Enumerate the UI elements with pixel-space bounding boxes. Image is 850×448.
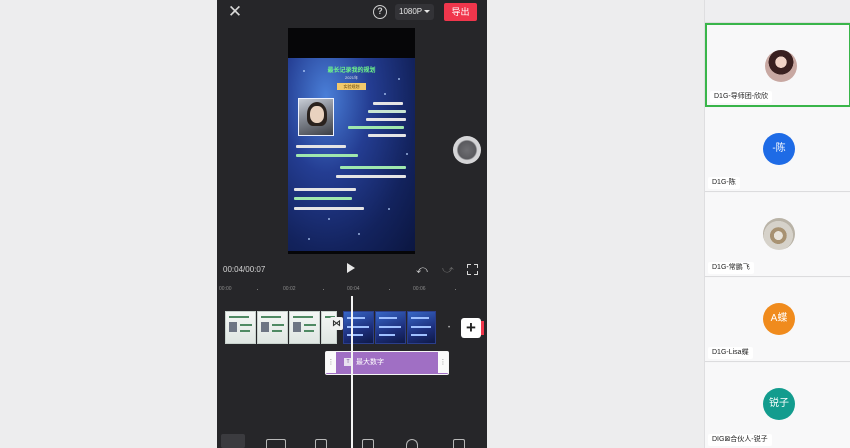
participant-tile[interactable]: -陈 D1G-陈: [705, 108, 850, 192]
playhead[interactable]: [351, 296, 353, 448]
editor-top-bar: ✕ ? 1080P 导出: [217, 0, 487, 26]
participant-tile[interactable]: D1G-导师团-欣欣: [705, 23, 850, 107]
poster-text-line: [373, 102, 403, 105]
poster-text-line: [294, 197, 352, 200]
clip-right-handle[interactable]: ⋮: [438, 352, 448, 373]
participant-tile[interactable]: 锐子 DIG⊠合伙人-锐子: [705, 363, 850, 448]
poster-subtitle: 2021年: [345, 75, 358, 80]
clip-thumbnail: [225, 311, 256, 344]
text-tool-icon[interactable]: [362, 439, 374, 448]
participant-tile[interactable]: D1G-常鹏飞: [705, 193, 850, 277]
panel-header: [705, 0, 850, 23]
clip-left-handle[interactable]: ⋮: [326, 352, 336, 373]
participant-avatar-photo: [765, 50, 797, 82]
export-button[interactable]: 导出: [444, 3, 477, 21]
close-icon[interactable]: ✕: [227, 3, 243, 21]
cut-tool-icon[interactable]: [266, 439, 286, 448]
resolution-label: 1080P: [399, 7, 423, 16]
participant-avatar-photo: [763, 218, 795, 250]
redo-icon[interactable]: ⤻: [442, 263, 454, 277]
fullscreen-icon[interactable]: [467, 264, 478, 275]
sticker-tool-icon[interactable]: [406, 439, 418, 448]
track-dot-icon: •: [448, 325, 451, 331]
audio-tool-icon[interactable]: [315, 439, 327, 448]
undo-icon[interactable]: ⤺: [416, 263, 428, 277]
participants-panel: D1G-导师团-欣欣 -陈 D1G-陈 D1G-常鹏飞 A蝶 D1G-Lisa蝶…: [704, 0, 850, 448]
video-preview: 最长记录我的规划 2021年 实验规划: [288, 28, 415, 254]
poster-text-line: [366, 118, 406, 121]
video-editor-phone-mirror: ✕ ? 1080P 导出 最长记录我的规划 2021年 实验规划 00:04/0…: [217, 0, 487, 448]
set-cover-button[interactable]: [221, 434, 245, 448]
participant-tile[interactable]: A蝶 D1G-Lisa蝶: [705, 278, 850, 362]
clip-thumbnail: [289, 311, 320, 344]
ruler-tick: 00:00: [219, 286, 232, 292]
add-clip-button[interactable]: +: [461, 318, 481, 338]
participant-name: D1G-Lisa蝶: [708, 347, 753, 359]
poster-text-line: [348, 126, 404, 129]
poster-text-line: [368, 134, 406, 137]
clip-thumbnail: [375, 311, 406, 344]
participant-name: D1G-陈: [708, 177, 740, 189]
resolution-dropdown[interactable]: 1080P: [395, 4, 435, 20]
ruler-tick: 00:06: [413, 286, 426, 292]
poster-text-line: [294, 188, 356, 191]
poster-text-line: [368, 110, 406, 113]
effects-tool-icon[interactable]: [453, 439, 465, 448]
playback-timecode: 00:04/00:07: [223, 265, 266, 274]
clip-thumbnail: [407, 311, 436, 344]
participant-avatar: -陈: [763, 133, 795, 165]
ruler-tick: 00:02: [283, 286, 296, 292]
preview-poster: 最长记录我的规划 2021年 实验规划: [288, 58, 415, 251]
transition-button[interactable]: ⋈: [330, 317, 343, 330]
poster-text-line: [296, 145, 346, 148]
play-icon[interactable]: [347, 263, 355, 273]
participant-name: D1G-常鹏飞: [708, 262, 754, 274]
poster-text-line: [296, 154, 358, 157]
question-circle-icon[interactable]: ?: [373, 5, 387, 19]
clip-thumbnail: [257, 311, 288, 344]
poster-text-line: [336, 175, 406, 178]
clip-thumbnail: [343, 311, 374, 344]
ruler-tick: 00:04: [347, 286, 360, 292]
poster-badge: 实验规划: [337, 83, 366, 90]
timeline-ruler: 00:00 00:02 00:04 00:06: [217, 286, 487, 296]
assistive-touch-button[interactable]: [453, 136, 481, 164]
text-clip-label: 最大数字: [356, 359, 384, 366]
poster-text-line: [340, 166, 406, 169]
participant-name: D1G-导师团-欣欣: [710, 91, 773, 103]
caret-down-icon: [424, 10, 431, 14]
text-clip[interactable]: ⋮ T 最大数字 ⋮: [325, 351, 449, 375]
participant-avatar: A蝶: [763, 303, 795, 335]
poster-portrait: [298, 98, 334, 136]
participant-name: DIG⊠合伙人-锐子: [708, 434, 772, 446]
add-clip-accent: [481, 321, 484, 335]
participant-avatar: 锐子: [763, 388, 795, 420]
poster-text-line: [294, 207, 364, 210]
screen: ✕ ? 1080P 导出 最长记录我的规划 2021年 实验规划 00:04/0…: [0, 0, 850, 448]
poster-title: 最长记录我的规划: [327, 68, 376, 74]
editor-toolbar: [217, 432, 487, 448]
